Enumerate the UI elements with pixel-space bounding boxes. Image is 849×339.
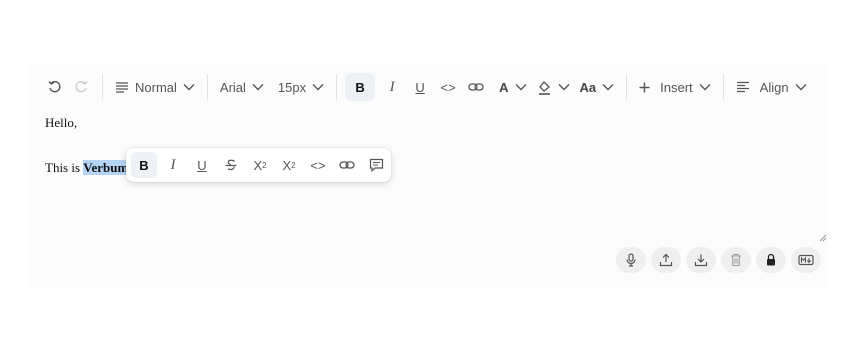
strikethrough-icon — [225, 159, 237, 171]
download-icon — [694, 254, 708, 267]
text-case-label: Aa — [579, 79, 597, 95]
bubble-code-label: <> — [310, 157, 326, 173]
chevron-down-icon — [252, 84, 264, 91]
subscript-mark: 2 — [262, 160, 267, 170]
upload-icon — [659, 253, 673, 267]
italic-label: I — [389, 78, 395, 95]
font-size-label: 15px — [277, 79, 307, 95]
toolbar-divider — [102, 74, 103, 100]
bubble-superscript-button[interactable]: X2 — [276, 152, 302, 178]
bubble-bold-button[interactable]: B — [131, 152, 157, 178]
text-color-label: A — [499, 79, 509, 95]
bubble-subscript-button[interactable]: X2 — [247, 152, 273, 178]
undo-button[interactable] — [42, 73, 68, 101]
bold-label: B — [355, 79, 365, 95]
block-type-dropdown[interactable]: Normal — [111, 73, 199, 101]
text-case-dropdown[interactable]: Aa — [576, 73, 619, 101]
underline-button[interactable]: U — [407, 73, 433, 101]
toolbar-divider — [336, 74, 338, 100]
markdown-icon — [798, 254, 814, 266]
toolbar-divider — [626, 74, 628, 100]
chevron-down-icon — [699, 84, 711, 91]
trash-icon — [731, 253, 741, 267]
bubble-code-button[interactable]: <> — [305, 152, 331, 178]
download-button[interactable] — [686, 247, 716, 273]
align-left-icon — [736, 81, 749, 93]
bubble-underline-button[interactable]: U — [189, 152, 215, 178]
chevron-down-icon — [312, 84, 324, 91]
superscript-mark: 2 — [291, 160, 296, 170]
paragraph-icon — [116, 82, 128, 93]
paragraph[interactable]: This is Verbum. — [45, 160, 132, 176]
chevron-down-icon — [602, 84, 614, 91]
link-button[interactable] — [463, 73, 489, 101]
lock-button[interactable] — [756, 247, 786, 273]
superscript-label: X — [282, 157, 292, 173]
align-dropdown[interactable]: Align — [732, 73, 811, 101]
delete-button[interactable] — [721, 247, 751, 273]
redo-icon — [75, 81, 88, 93]
italic-button[interactable]: I — [379, 73, 405, 101]
link-icon — [468, 83, 484, 91]
text-run: This is — [45, 160, 84, 175]
chevron-down-icon — [795, 84, 807, 91]
code-button[interactable]: <> — [435, 73, 461, 101]
bubble-link-button[interactable] — [334, 152, 360, 178]
link-icon — [339, 161, 355, 169]
paint-bucket-icon — [538, 80, 550, 95]
plus-icon — [639, 82, 650, 92]
resize-handle-icon[interactable] — [819, 234, 827, 242]
font-family-label: Arial — [219, 79, 246, 95]
bold-button[interactable]: B — [345, 73, 376, 101]
subscript-label: X — [253, 157, 263, 173]
font-size-dropdown[interactable]: 15px — [274, 73, 328, 101]
toolbar-divider — [206, 74, 208, 100]
bubble-italic-button[interactable]: I — [160, 152, 186, 178]
redo-button[interactable] — [68, 73, 94, 101]
highlight-color-dropdown[interactable] — [533, 73, 574, 101]
bubble-italic-label: I — [170, 156, 176, 173]
insert-dropdown[interactable]: Insert — [635, 73, 715, 101]
toolbar-divider — [722, 74, 724, 100]
bubble-bold-label: B — [139, 157, 149, 173]
comment-icon — [369, 158, 383, 172]
font-family-dropdown[interactable]: Arial — [216, 73, 268, 101]
upload-button[interactable] — [651, 247, 681, 273]
chevron-down-icon — [515, 84, 527, 91]
bubble-comment-button[interactable] — [363, 152, 389, 178]
microphone-icon — [626, 253, 636, 267]
chevron-down-icon — [558, 84, 570, 91]
text-color-dropdown[interactable]: A — [495, 73, 530, 101]
selected-text[interactable]: Verbum — [83, 160, 129, 175]
underline-label: U — [415, 79, 425, 95]
bubble-underline-label: U — [197, 157, 207, 173]
microphone-button[interactable] — [616, 247, 646, 273]
markdown-button[interactable] — [791, 247, 821, 273]
toolbar: Normal Arial 15px B I U <> A Aa Insert A… — [29, 72, 828, 102]
chevron-down-icon — [183, 84, 195, 91]
bubble-strikethrough-button[interactable] — [218, 152, 244, 178]
align-label: Align — [759, 79, 789, 95]
action-bar — [616, 247, 821, 273]
block-type-label: Normal — [135, 79, 177, 95]
paragraph[interactable]: Hello, — [45, 115, 77, 131]
floating-format-toolbar: B I U X2 X2 <> — [126, 148, 391, 182]
lock-icon — [767, 253, 775, 266]
undo-icon — [48, 81, 61, 93]
code-label: <> — [440, 79, 456, 95]
insert-label: Insert — [660, 79, 693, 95]
